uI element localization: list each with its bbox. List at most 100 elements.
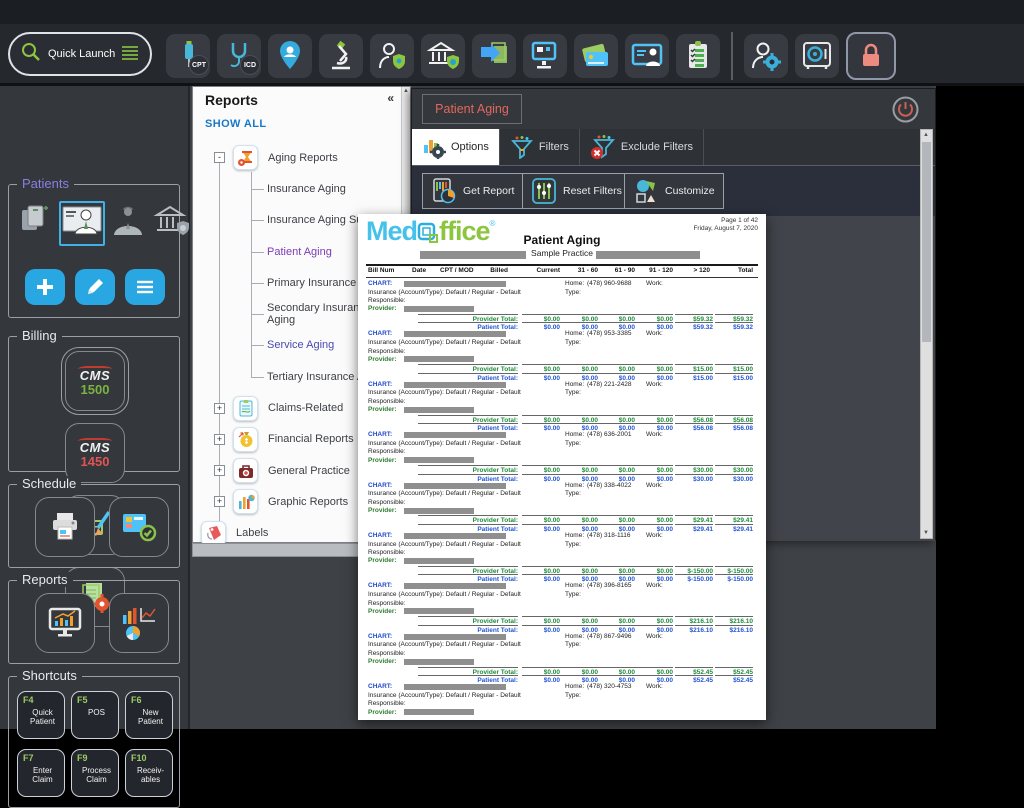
cms-1450-number: 1450 (81, 454, 110, 469)
shortcut-key-button[interactable]: F7 Enter Claim (17, 749, 65, 797)
import-documents-button[interactable] (472, 34, 516, 78)
tree-item-icon (233, 489, 258, 514)
menu-lines-icon (121, 44, 139, 65)
column-header: 31 - 60 (560, 267, 598, 274)
provider-label: Provider: (368, 557, 397, 564)
cpt-codes-button[interactable]: CPT (166, 34, 210, 78)
bank-deposits-button[interactable] (421, 34, 465, 78)
appointments-button[interactable] (109, 497, 169, 557)
column-header: Date (412, 267, 426, 274)
home-phone: (478) 960-9688 (587, 280, 631, 287)
tree-item-label: Service Aging (267, 339, 334, 351)
patient-silhouette-icon[interactable] (111, 203, 147, 244)
tree-item[interactable]: - Aging Reports (193, 142, 398, 173)
patient-documents-icon[interactable] (19, 202, 53, 245)
shortcut-key-button[interactable]: F5 POS (71, 691, 119, 739)
shortcut-fkey-label: F6 (131, 695, 170, 705)
redacted-patient-name (404, 331, 506, 337)
vault-button[interactable] (795, 34, 839, 78)
patient-aging-block: CHART: Home: (478) 338-4022 Work: Insura… (358, 482, 766, 532)
home-phone: (478) 636-2001 (587, 431, 631, 438)
work-label: Work: (646, 280, 663, 287)
user-security-button[interactable] (370, 34, 414, 78)
cms-1450-button[interactable]: CMS 1450 (65, 423, 125, 483)
insurance-line: Insurance (Account/Type): Default / Regu… (368, 641, 521, 648)
type-label: Type: (565, 440, 581, 447)
options-icon (422, 135, 446, 159)
tab-filters[interactable]: Filters (500, 129, 580, 165)
responsible-label: Responsible: (368, 297, 406, 304)
pos-monitor-button[interactable] (523, 34, 567, 78)
shortcut-key-button[interactable]: F6 New Patient (125, 691, 173, 739)
add-patient-button[interactable] (25, 269, 65, 305)
print-schedule-button[interactable] (35, 497, 95, 557)
shortcut-key-button[interactable]: F9 Process Claim (71, 749, 119, 797)
patient-aging-block: CHART: Home: (478) 953-3385 Work: Insura… (358, 330, 766, 380)
shortcut-key-button[interactable]: F4 Quick Patient (17, 691, 65, 739)
icd-codes-button[interactable]: ICD (217, 34, 261, 78)
close-power-button[interactable] (892, 96, 919, 123)
responsible-label: Responsible: (368, 448, 406, 455)
cms-1450-text: CMS (80, 442, 110, 454)
quick-launch-button[interactable]: Quick Launch (8, 32, 152, 76)
provider-label: Provider: (368, 356, 397, 363)
type-label: Type: (565, 692, 581, 699)
reset-filters-button[interactable]: Reset Filters (522, 173, 631, 209)
get-report-button[interactable]: Get Report (422, 173, 523, 209)
edit-patient-button[interactable] (75, 269, 115, 305)
menu-bar (0, 0, 1024, 24)
home-label: Home: (565, 582, 584, 589)
printer-icon (48, 510, 82, 544)
lock-button[interactable] (846, 32, 896, 80)
scrollbar-thumb[interactable] (922, 142, 931, 342)
employee-id-button[interactable] (625, 34, 669, 78)
redacted-provider-name (404, 659, 474, 665)
checklist-button[interactable] (676, 34, 720, 78)
patient-accounts-icon[interactable] (153, 203, 191, 244)
customize-button[interactable]: Customize (624, 173, 724, 209)
cms-1500-number: 1500 (81, 382, 110, 397)
autohide-pin-icon[interactable]: « (387, 91, 394, 105)
show-all-link[interactable]: SHOW ALL (205, 118, 266, 130)
tree-expander[interactable]: + (214, 434, 225, 445)
window-scrollbar[interactable]: ▲ ▼ (920, 129, 933, 539)
page-number: Page 1 of 42 (693, 217, 758, 225)
tab-exclude-filters[interactable]: Exclude Filters (580, 129, 704, 165)
credit-cards-button[interactable] (574, 34, 618, 78)
home-phone: (478) 867-9496 (587, 633, 631, 640)
home-phone: (478) 396-8165 (587, 582, 631, 589)
insurance-line: Insurance (Account/Type): Default / Regu… (368, 440, 521, 447)
report-monitor-button[interactable] (35, 593, 95, 653)
tree-expander[interactable]: + (214, 403, 225, 414)
patient-list-button[interactable] (125, 269, 165, 305)
tree-expander[interactable]: + (214, 465, 225, 476)
responsible-label: Responsible: (368, 650, 406, 657)
type-label: Type: (565, 591, 581, 598)
insurance-line: Insurance (Account/Type): Default / Regu… (368, 692, 521, 699)
graph-reports-button[interactable] (109, 593, 169, 653)
scroll-up-arrow[interactable]: ▲ (923, 132, 929, 138)
tree-item-icon (233, 145, 258, 170)
plus-icon (35, 277, 55, 297)
get-report-icon (431, 177, 457, 205)
tree-item-label: Graphic Reports (268, 496, 348, 508)
tree-expander[interactable]: - (214, 152, 225, 163)
insurance-card-icon[interactable] (59, 201, 105, 246)
lab-microscope-button[interactable] (319, 34, 363, 78)
user-settings-button[interactable] (744, 34, 788, 78)
scroll-up-arrow[interactable]: ▲ (403, 88, 409, 94)
column-header: Billed (470, 267, 508, 274)
redacted-provider-name (404, 356, 474, 362)
tab-filters-label: Filters (539, 141, 569, 153)
cms-1500-button[interactable]: CMS 1500 (65, 351, 125, 411)
redacted-patient-name (404, 432, 506, 438)
charts-combo-icon (120, 605, 158, 641)
scroll-down-arrow[interactable]: ▼ (923, 530, 929, 536)
shortcut-key-button[interactable]: F10 Receiv- ables (125, 749, 173, 797)
work-label: Work: (646, 330, 663, 337)
tree-item[interactable]: Insurance Aging (193, 173, 398, 204)
patient-locator-button[interactable] (268, 34, 312, 78)
type-label: Type: (565, 641, 581, 648)
tab-options[interactable]: Options (412, 129, 500, 165)
tree-expander[interactable]: + (214, 496, 225, 507)
